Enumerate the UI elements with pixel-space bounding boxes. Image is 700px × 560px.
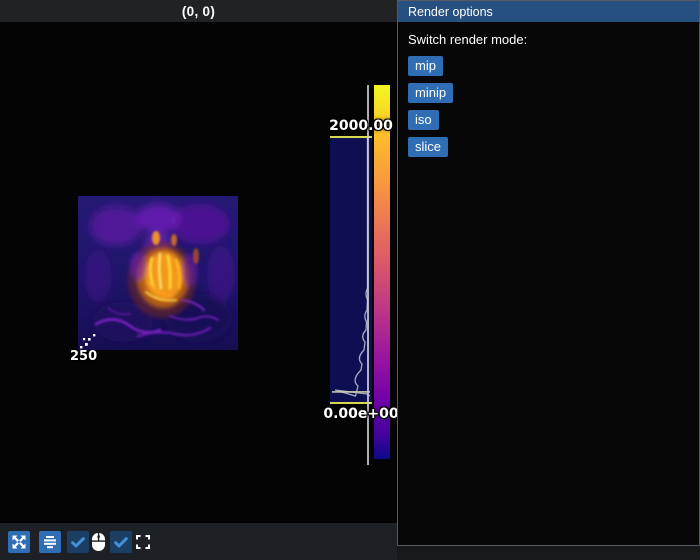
tf-min-label: 0.00e+00 (322, 406, 397, 422)
tf-range-line-max[interactable] (330, 136, 372, 138)
mode-button-minip[interactable]: minip (408, 83, 453, 103)
app-window: (0, 0) (0, 0, 700, 560)
volume-rendering-image (78, 196, 238, 350)
viewport-titlebar: (0, 0) (0, 0, 397, 22)
align-center-icon (43, 535, 57, 549)
tf-max-label: 2000.00 (322, 118, 397, 134)
colorbar[interactable] (374, 85, 390, 459)
mode-button-slice[interactable]: slice (408, 137, 448, 157)
render-options-panel: Render options Switch render mode: mip m… (397, 0, 700, 546)
panel-body: Switch render mode: mip minip iso slice (398, 22, 699, 172)
reset-camera-button[interactable] (8, 531, 30, 553)
check-icon (70, 534, 86, 550)
panel-title: Render options (408, 5, 493, 19)
fullscreen-corners-icon (136, 535, 150, 549)
interaction-checkbox[interactable] (67, 531, 89, 553)
check-icon (113, 534, 129, 550)
render-viewport: (0, 0) (0, 0, 397, 560)
viewport-toolbar (0, 523, 397, 560)
transfer-function-widget[interactable]: 2000.00 0.00e+00 (326, 82, 396, 492)
viewport-title: (0, 0) (182, 4, 215, 19)
expand-arrows-icon (12, 535, 26, 549)
tf-range-line-min[interactable] (330, 402, 372, 404)
render-mode-prompt: Switch render mode: (408, 32, 689, 47)
panel-header[interactable]: Render options (398, 1, 699, 22)
toggle-ui-button[interactable] (39, 531, 61, 553)
histogram-curve (330, 138, 372, 402)
render-area[interactable]: 250 2000.00 0.00e+00 (0, 22, 397, 523)
scale-label: 250 (70, 349, 97, 364)
mouse-icon (91, 532, 106, 552)
mode-button-iso[interactable]: iso (408, 110, 439, 130)
fullscreen-checkbox[interactable] (110, 531, 132, 553)
histogram-box[interactable] (330, 138, 372, 402)
mode-button-mip[interactable]: mip (408, 56, 443, 76)
